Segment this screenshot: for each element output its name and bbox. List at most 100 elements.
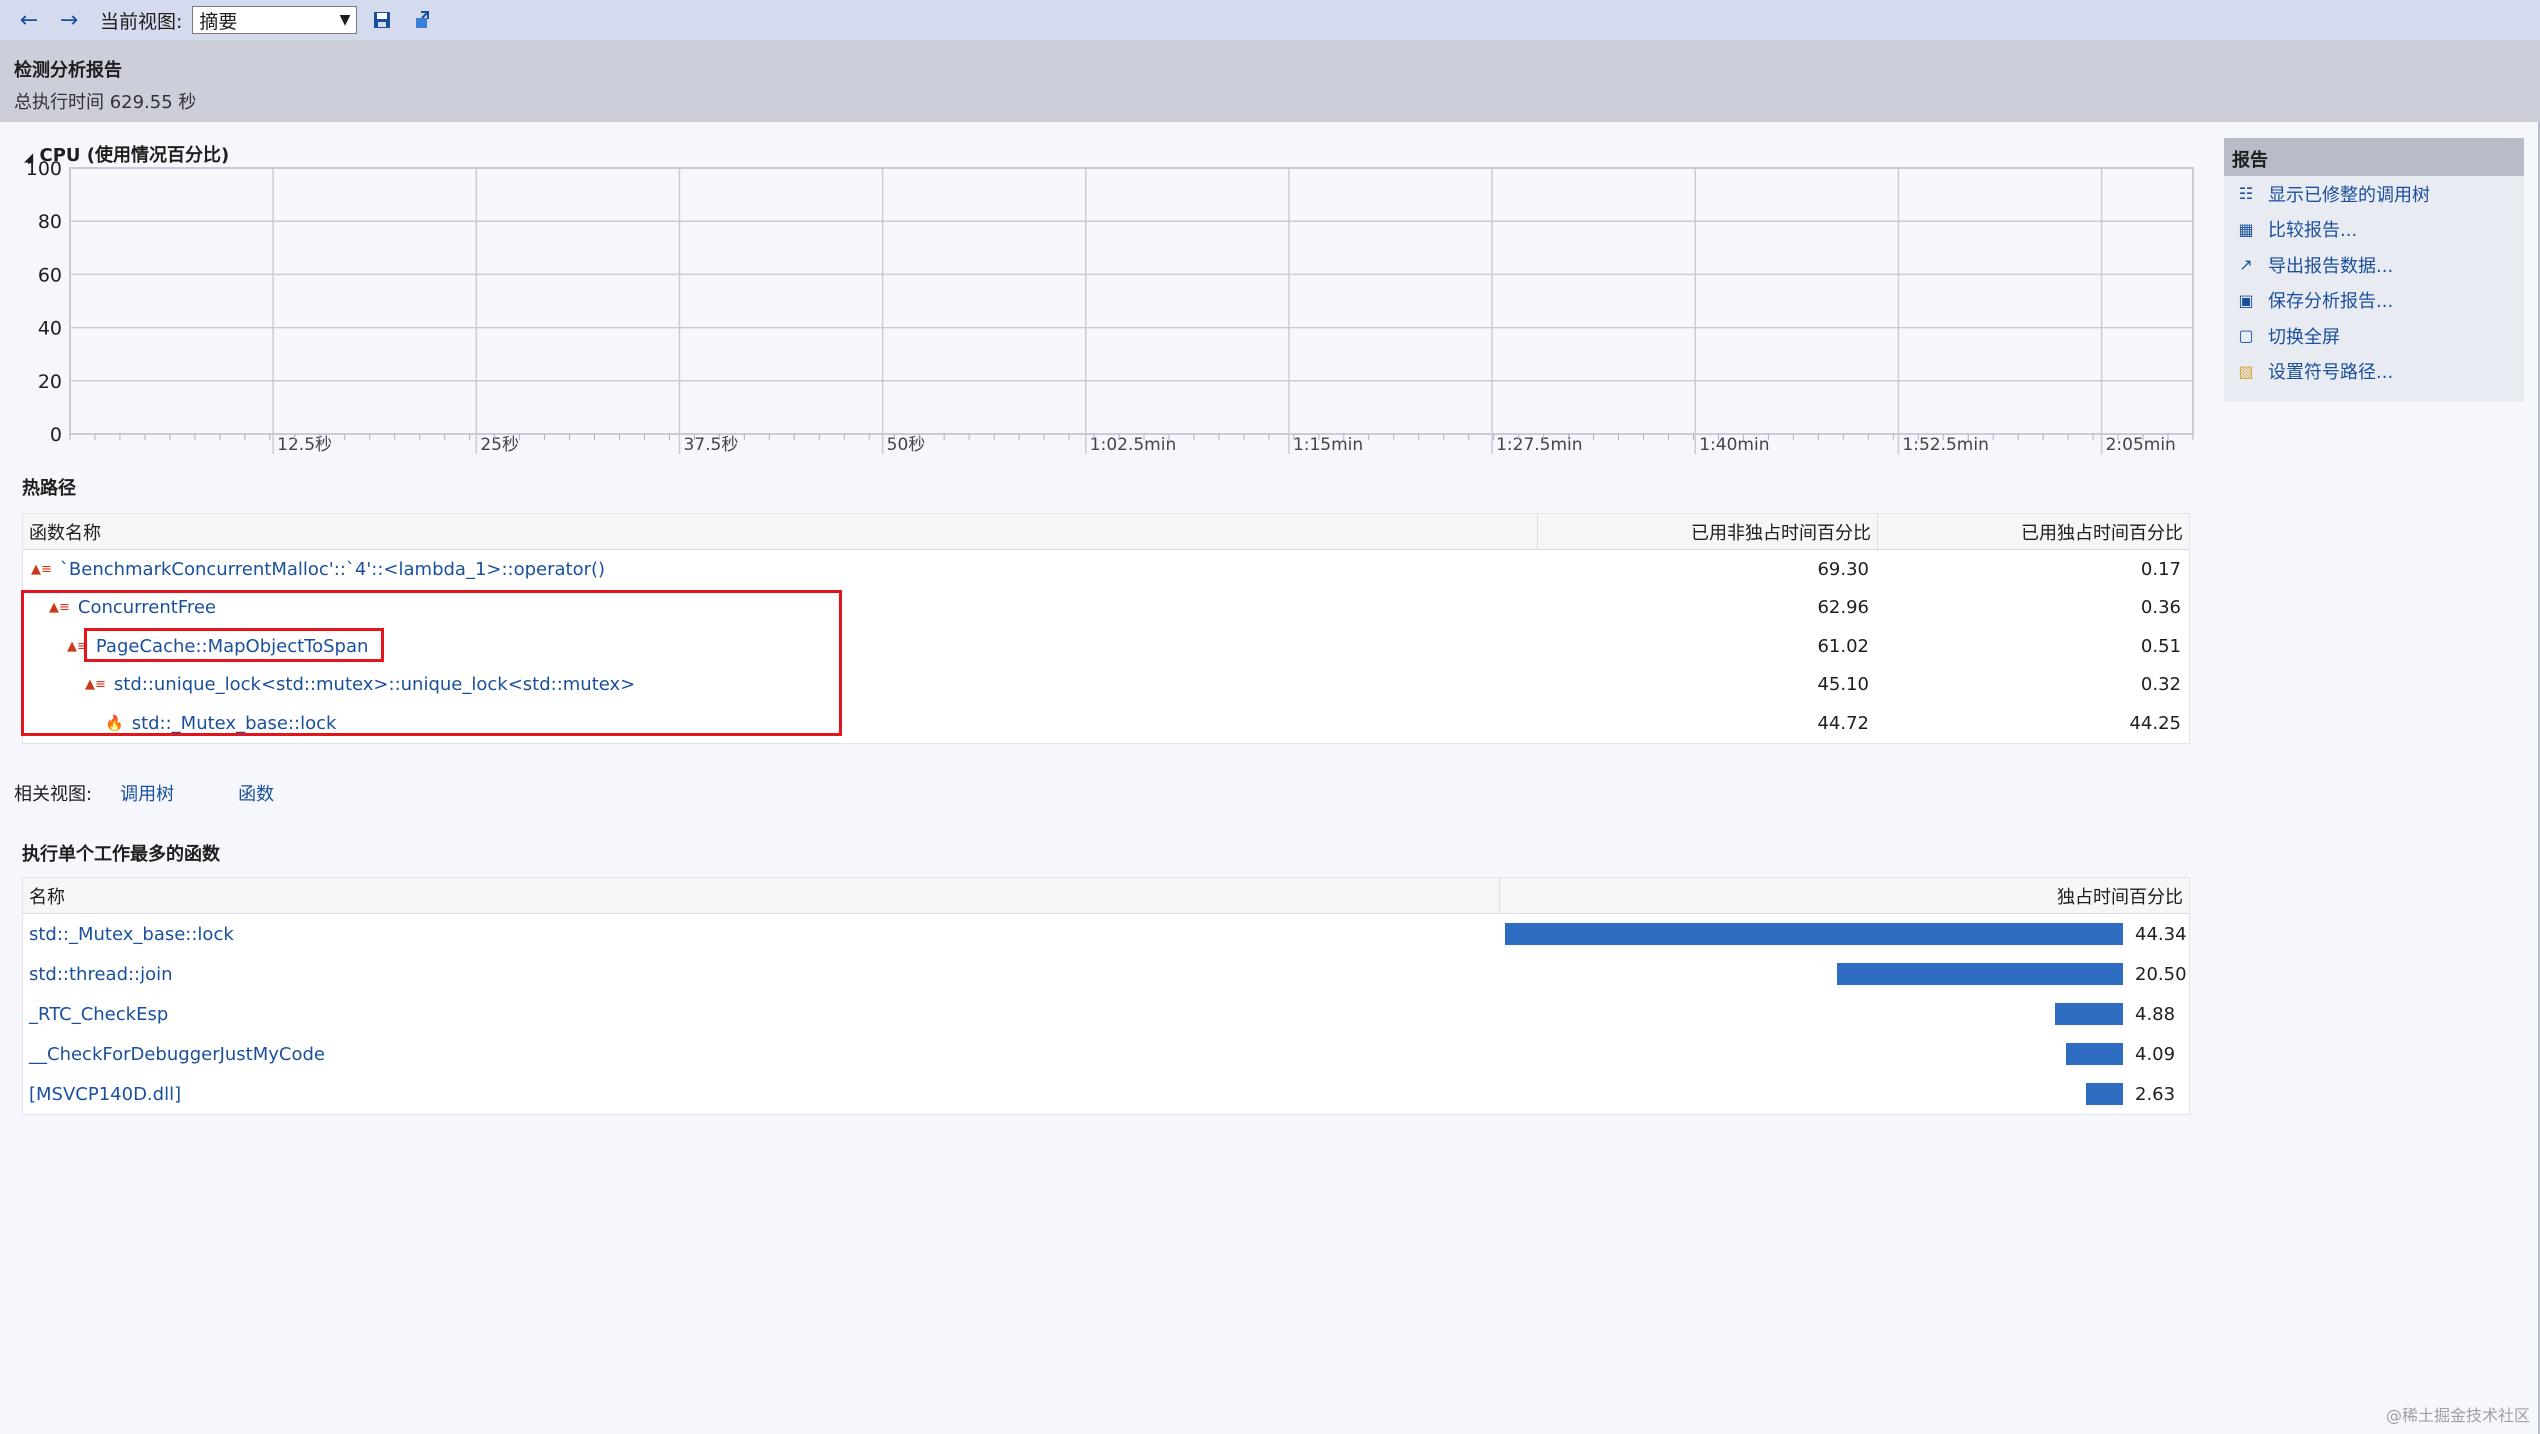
- y-tick-label: 60: [38, 264, 62, 286]
- save-analysis-report-link[interactable]: ▣ 保存分析报告...: [2224, 283, 2524, 319]
- report-item-label: 保存分析报告...: [2268, 291, 2394, 313]
- x-tick-label: 1:40min: [1699, 435, 1769, 455]
- top-work-header: 名称 独占时间百分比: [23, 878, 2189, 914]
- function-name[interactable]: [MSVCP140D.dll]: [29, 1084, 181, 1105]
- report-panel-title: 报告: [2224, 138, 2524, 176]
- function-name[interactable]: __CheckForDebuggerJustMyCode: [29, 1044, 325, 1065]
- x-tick-label: 1:27.5min: [1496, 435, 1582, 455]
- inclusive-value: 61.02: [1817, 635, 1869, 657]
- x-tick-label: 1:02.5min: [1090, 435, 1176, 455]
- exclusive-time-bar: [1837, 963, 2123, 985]
- inclusive-value: 62.96: [1817, 597, 1869, 619]
- top-work-row[interactable]: [MSVCP140D.dll] 2.63: [23, 1074, 2189, 1114]
- function-name[interactable]: std::thread::join: [29, 964, 173, 985]
- y-tick-label: 80: [38, 211, 62, 233]
- exclusive-value: 0.36: [2140, 597, 2181, 619]
- exclusive-time-bar: [2055, 1003, 2123, 1025]
- y-tick-label: 0: [50, 424, 62, 446]
- x-tick-label: 1:15min: [1293, 435, 1363, 455]
- exclusive-time-bar: [2086, 1083, 2123, 1105]
- back-arrow-icon[interactable]: ←: [14, 5, 44, 35]
- related-views-label: 相关视图:: [14, 784, 93, 805]
- x-tick-label: 12.5秒: [277, 435, 332, 455]
- fullscreen-icon: ▢: [2238, 326, 2254, 346]
- view-select[interactable]: 摘要 ▼: [192, 6, 358, 34]
- chevron-down-icon: ▼: [339, 12, 351, 28]
- plot-area: [69, 167, 2194, 435]
- exclusive-time-value: 4.09: [2135, 1043, 2176, 1065]
- hot-path-title: 热路径: [22, 478, 76, 499]
- inclusive-value: 44.72: [1817, 712, 1869, 734]
- function-name[interactable]: `BenchmarkConcurrentMalloc'::`4'::<lambd…: [60, 559, 605, 580]
- highlight-box-outer: [21, 590, 842, 736]
- x-tick-label: 1:52.5min: [1902, 435, 1988, 455]
- inclusive-value: 45.10: [1817, 674, 1869, 696]
- exclusive-value: 0.32: [2140, 674, 2181, 696]
- x-tick-label: 37.5秒: [683, 435, 738, 455]
- x-tick-label: 25秒: [480, 435, 519, 455]
- exclusive-value: 0.51: [2140, 635, 2181, 657]
- exclusive-value: 0.17: [2140, 558, 2181, 580]
- exclusive-time-value: 20.50: [2135, 963, 2187, 985]
- col-exclusive-time[interactable]: 独占时间百分比: [1499, 878, 2189, 913]
- exclusive-time-value: 4.88: [2135, 1003, 2176, 1025]
- related-views: 相关视图: 调用树 函数: [14, 780, 274, 806]
- folder-icon: ▧: [2238, 361, 2254, 381]
- function-name[interactable]: std::_Mutex_base::lock: [29, 924, 234, 945]
- exclusive-time-bar: [2066, 1043, 2123, 1065]
- show-trimmed-call-tree-link[interactable]: ☷ 显示已修整的调用树: [2224, 176, 2524, 212]
- x-tick-label: 2:05min: [2106, 435, 2176, 455]
- inclusive-value: 69.30: [1817, 558, 1869, 580]
- top-work-row[interactable]: std::thread::join 20.50: [23, 954, 2189, 994]
- report-item-label: 设置符号路径...: [2268, 362, 2394, 384]
- report-header: 检测分析报告 总执行时间 629.55 秒: [0, 40, 2540, 122]
- function-name[interactable]: _RTC_CheckEsp: [29, 1004, 168, 1025]
- export-icon[interactable]: [407, 5, 437, 35]
- report-title: 检测分析报告: [14, 60, 122, 81]
- report-item-label: 显示已修整的调用树: [2268, 184, 2430, 206]
- y-tick-label: 40: [38, 318, 62, 340]
- report-item-label: 导出报告数据...: [2268, 255, 2394, 277]
- col-exclusive-percent[interactable]: 已用独占时间百分比: [1877, 514, 2189, 549]
- hot-path-header: 函数名称 已用非独占时间百分比 已用独占时间百分比: [23, 514, 2189, 550]
- cpu-chart-svg: 100806040200 12.5秒 25秒 37.5秒 50秒 1:02.5min 1:1…: [26, 158, 2194, 455]
- total-execution-time: 总执行时间 629.55 秒: [14, 92, 197, 113]
- call-tree-icon: ☷: [2238, 184, 2254, 204]
- export-icon: ↗: [2239, 255, 2253, 275]
- compare-icon: ▦: [2238, 219, 2254, 239]
- exclusive-time-value: 2.63: [2135, 1083, 2176, 1105]
- col-function-name[interactable]: 函数名称: [23, 514, 1537, 549]
- watermark: @稀土掘金技术社区: [2385, 1406, 2530, 1425]
- forward-arrow-icon[interactable]: →: [54, 5, 84, 35]
- compare-reports-link[interactable]: ▦ 比较报告...: [2224, 212, 2524, 248]
- exclusive-time-value: 44.34: [2135, 923, 2187, 945]
- col-name[interactable]: 名称: [23, 878, 1499, 913]
- report-item-label: 比较报告...: [2268, 220, 2358, 242]
- top-work-row[interactable]: __CheckForDebuggerJustMyCode 4.09: [23, 1034, 2189, 1074]
- exclusive-value: 44.25: [2129, 712, 2181, 734]
- top-work-row[interactable]: _RTC_CheckEsp 4.88: [23, 994, 2189, 1034]
- hot-path-icon: ▲≡: [31, 561, 52, 577]
- call-tree-link[interactable]: 调用树: [120, 780, 174, 806]
- top-work-table: 名称 独占时间百分比 std::_Mutex_base::lock 44.34 st…: [22, 877, 2190, 1115]
- y-tick-label: 100: [26, 160, 62, 180]
- save-icon[interactable]: [367, 5, 397, 35]
- hot-path-row[interactable]: ▲≡ `BenchmarkConcurrentMalloc'::`4'::<la…: [23, 550, 2189, 589]
- top-work-title: 执行单个工作最多的函数: [22, 844, 220, 865]
- exclusive-time-bar: [1505, 923, 2123, 945]
- view-select-value: 摘要: [199, 10, 238, 33]
- toolbar: ← → 当前视图: 摘要 ▼: [0, 0, 2540, 40]
- toggle-fullscreen-link[interactable]: ▢ 切换全屏: [2224, 318, 2524, 354]
- highlight-box-inner: [84, 628, 384, 662]
- current-view-label: 当前视图:: [100, 10, 183, 33]
- y-tick-label: 20: [38, 371, 62, 393]
- top-work-row[interactable]: std::_Mutex_base::lock 44.34: [23, 914, 2189, 954]
- col-inclusive-percent[interactable]: 已用非独占时间百分比: [1537, 514, 1877, 549]
- report-item-label: 切换全屏: [2268, 326, 2340, 348]
- set-symbol-path-link[interactable]: ▧ 设置符号路径...: [2224, 354, 2524, 390]
- export-report-data-link[interactable]: ↗ 导出报告数据...: [2224, 247, 2524, 283]
- cpu-chart: 100 80 60 40 20 0 12.5秒 25秒 37.5秒 50秒 1:02.5min 1:1…: [0, 158, 2200, 460]
- save-icon: ▣: [2238, 290, 2254, 310]
- functions-link[interactable]: 函数: [238, 780, 274, 806]
- report-panel: 报告 ☷ 显示已修整的调用树 ▦ 比较报告... ↗ 导出报告数据... ▣ 保…: [2224, 138, 2524, 402]
